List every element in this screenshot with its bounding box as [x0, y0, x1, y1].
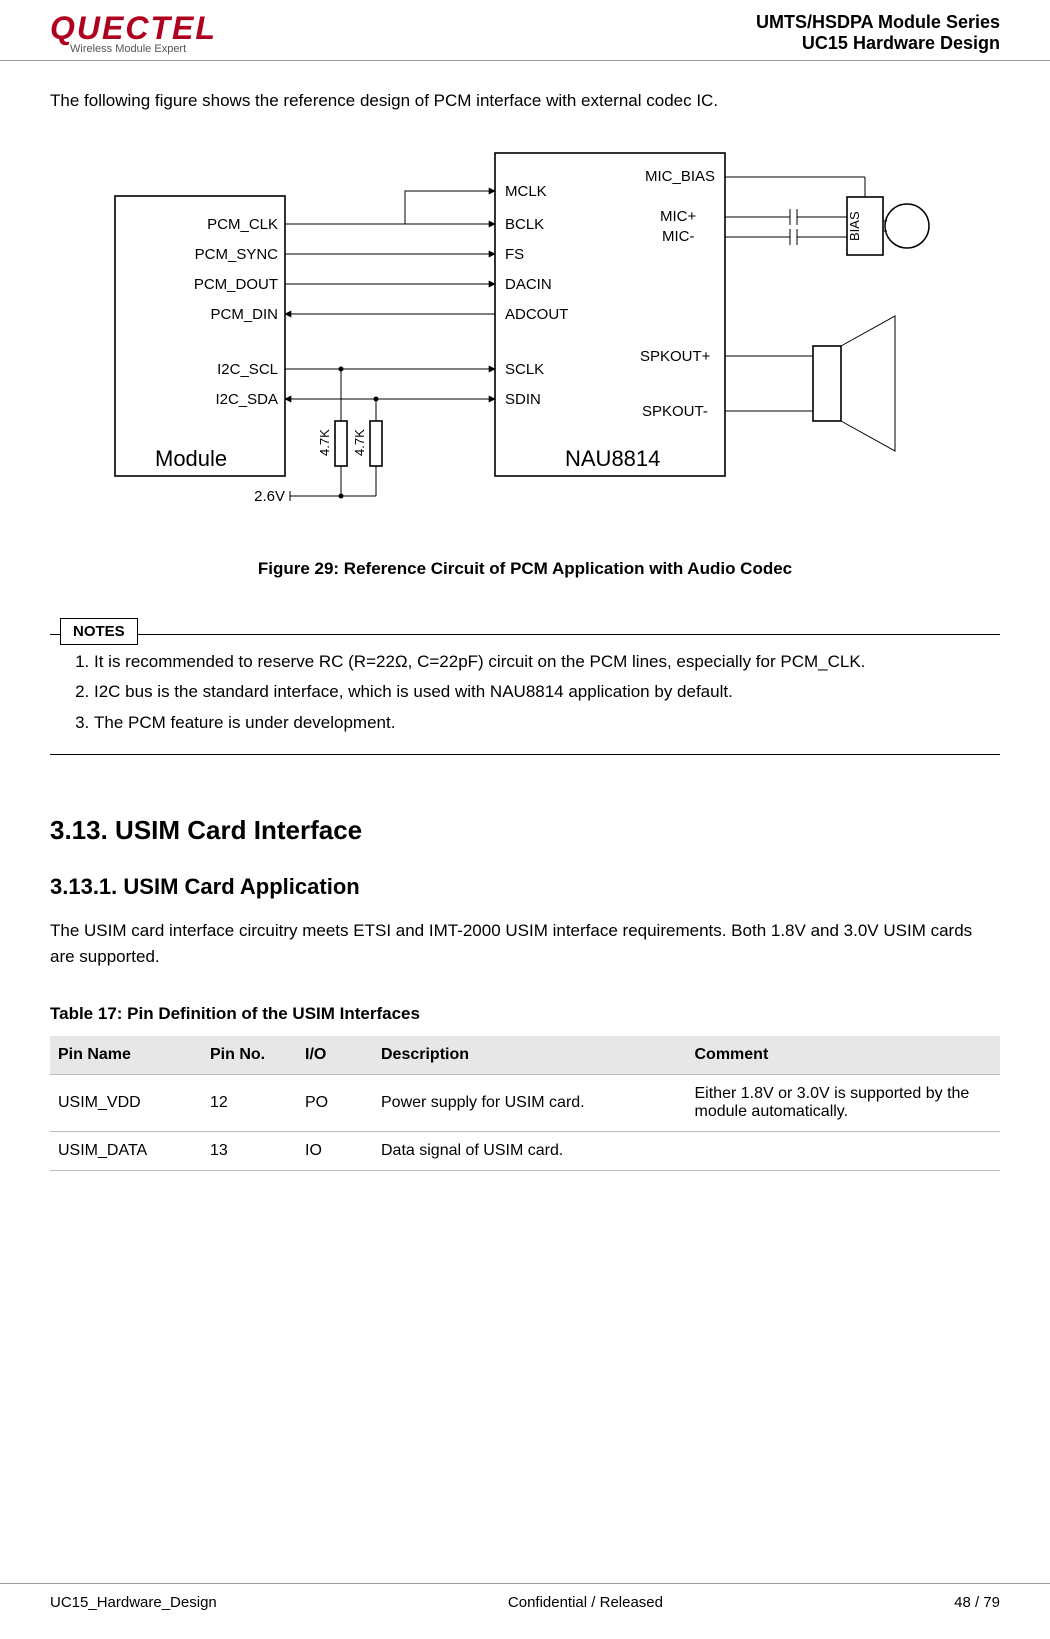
- label-fs: FS: [505, 246, 524, 263]
- footer-left: UC15_Hardware_Design: [50, 1594, 217, 1611]
- header-series-2: UC15 Hardware Design: [756, 33, 1000, 54]
- cell-pin-no: 13: [202, 1132, 297, 1171]
- body-text: The USIM card interface circuitry meets …: [50, 918, 1000, 969]
- pin-table: Pin Name Pin No. I/O Description Comment…: [50, 1036, 1000, 1171]
- label-i2c-scl: I2C_SCL: [217, 361, 278, 378]
- label-mic-bias: MIC_BIAS: [645, 168, 715, 185]
- cell-comment: [687, 1132, 1001, 1171]
- label-pcm-clk: PCM_CLK: [207, 216, 278, 233]
- label-mclk: MCLK: [505, 183, 547, 200]
- page-footer: UC15_Hardware_Design Confidential / Rele…: [0, 1583, 1050, 1611]
- label-r1: 4.7K: [317, 429, 332, 456]
- label-mic-n: MIC-: [662, 228, 695, 245]
- label-mic-p: MIC+: [660, 208, 696, 225]
- note-item: I2C bus is the standard interface, which…: [94, 679, 996, 705]
- footer-right: 48 / 79: [954, 1594, 1000, 1611]
- label-r2: 4.7K: [352, 429, 367, 456]
- footer-center: Confidential / Released: [508, 1594, 663, 1611]
- cell-comment: Either 1.8V or 3.0V is supported by the …: [687, 1075, 1001, 1132]
- diagram: Module PCM_CLK PCM_SYNC PCM_DOUT PCM_DIN…: [50, 141, 1000, 531]
- label-adcout: ADCOUT: [505, 306, 568, 323]
- label-sclk: SCLK: [505, 361, 544, 378]
- th-description: Description: [373, 1036, 687, 1075]
- label-vref: 2.6V: [254, 488, 285, 505]
- table-caption: Table 17: Pin Definition of the USIM Int…: [50, 1004, 1000, 1024]
- table-row: USIM_VDD 12 PO Power supply for USIM car…: [50, 1075, 1000, 1132]
- label-pcm-sync: PCM_SYNC: [195, 246, 279, 263]
- header-right: UMTS/HSDPA Module Series UC15 Hardware D…: [756, 12, 1000, 54]
- label-dacin: DACIN: [505, 276, 552, 293]
- label-i2c-sda: I2C_SDA: [215, 391, 278, 408]
- cell-pin-no: 12: [202, 1075, 297, 1132]
- cell-io: PO: [297, 1075, 373, 1132]
- logo-block: QUECTEL Wireless Module Expert: [50, 10, 217, 55]
- label-bias: BIAS: [847, 211, 862, 241]
- table-row: USIM_DATA 13 IO Data signal of USIM card…: [50, 1132, 1000, 1171]
- cell-desc: Power supply for USIM card.: [373, 1075, 687, 1132]
- notes-block: NOTES It is recommended to reserve RC (R…: [50, 634, 1000, 755]
- notes-label: NOTES: [60, 618, 138, 645]
- note-item: The PCM feature is under development.: [94, 710, 996, 736]
- section-heading: 3.13. USIM Card Interface: [50, 815, 1000, 846]
- figure-caption: Figure 29: Reference Circuit of PCM Appl…: [50, 559, 1000, 579]
- th-pin-no: Pin No.: [202, 1036, 297, 1075]
- intro-text: The following figure shows the reference…: [50, 91, 1000, 111]
- label-spk-n: SPKOUT-: [642, 403, 708, 420]
- logo: QUECTEL Wireless Module Expert: [50, 10, 217, 55]
- label-bclk: BCLK: [505, 216, 544, 233]
- subsection-heading: 3.13.1. USIM Card Application: [50, 874, 1000, 900]
- page-content: The following figure shows the reference…: [0, 61, 1050, 1171]
- page-header: QUECTEL Wireless Module Expert UMTS/HSDP…: [0, 0, 1050, 61]
- label-codec: NAU8814: [565, 446, 660, 471]
- logo-brand: QUECTEL: [50, 10, 217, 47]
- header-series-1: UMTS/HSDPA Module Series: [756, 12, 1000, 33]
- th-pin-name: Pin Name: [50, 1036, 202, 1075]
- cell-desc: Data signal of USIM card.: [373, 1132, 687, 1171]
- label-module: Module: [155, 446, 227, 471]
- th-comment: Comment: [687, 1036, 1001, 1075]
- cell-io: IO: [297, 1132, 373, 1171]
- cell-pin-name: USIM_VDD: [50, 1075, 202, 1132]
- label-pcm-dout: PCM_DOUT: [194, 276, 278, 293]
- note-item: It is recommended to reserve RC (R=22Ω, …: [94, 649, 996, 675]
- label-sdin: SDIN: [505, 391, 541, 408]
- label-spk-p: SPKOUT+: [640, 348, 711, 365]
- cell-pin-name: USIM_DATA: [50, 1132, 202, 1171]
- th-io: I/O: [297, 1036, 373, 1075]
- label-pcm-din: PCM_DIN: [210, 306, 278, 323]
